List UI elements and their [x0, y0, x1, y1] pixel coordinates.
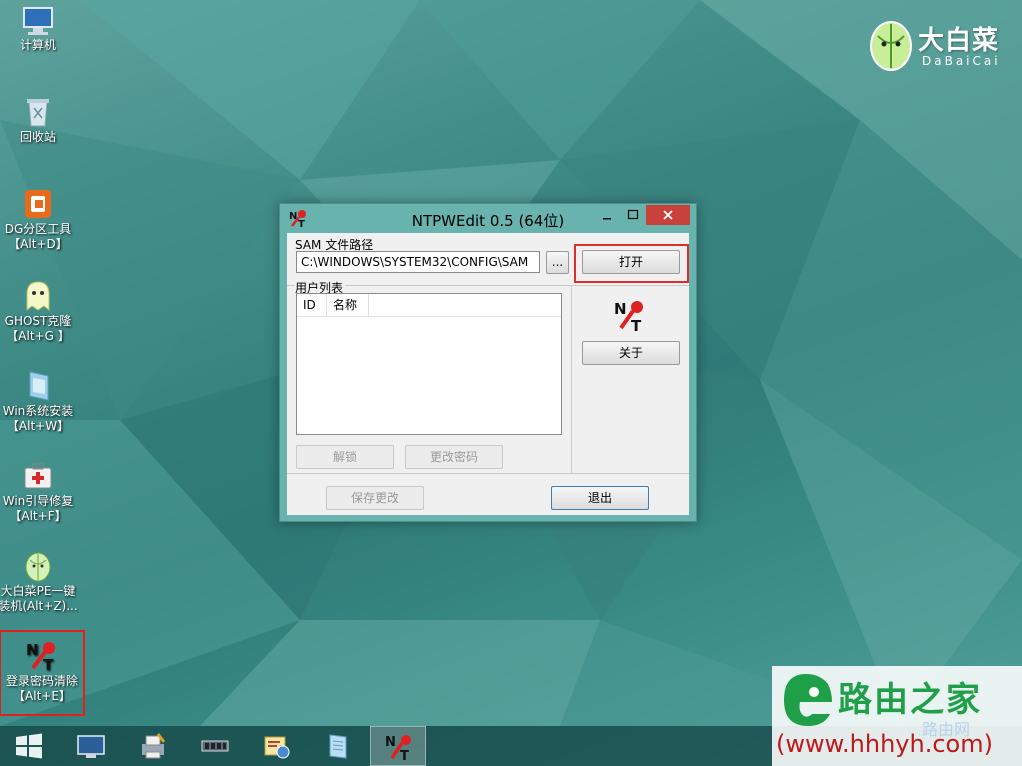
taskbar-ntpwedit[interactable]: NT [370, 726, 426, 766]
user-list[interactable]: ID 名称 [296, 293, 562, 435]
desktop-icon-label: Win引导修复 【Alt+F】 [2, 494, 74, 523]
column-header-name[interactable]: 名称 [327, 294, 369, 316]
watermark-url: (www.hhhyh.com) [776, 730, 993, 758]
taskbar-printer[interactable] [124, 726, 180, 766]
desktop: 计算机 回收站 DG分区工具 【Alt+D】 GHOST克隆 【Alt+G 】 … [0, 0, 1022, 766]
windows-logo-icon [16, 733, 42, 759]
close-icon [663, 210, 673, 220]
window-titlebar[interactable]: NT NTPWEdit 0.5 (64位) [280, 204, 696, 232]
ntpwedit-logo-icon: NT [614, 300, 643, 333]
desktop-icon-computer[interactable]: 计算机 [0, 6, 78, 53]
desktop-icon-label: 回收站 [19, 130, 56, 144]
window-client-area: SAM 文件路径 C:\WINDOWS\SYSTEM32\CONFIG\SAM … [287, 233, 689, 515]
ntpwedit-icon: NT [385, 735, 411, 761]
browse-button[interactable]: ... [546, 251, 569, 274]
divider [287, 473, 689, 474]
desktop-icon-label: DG分区工具 【Alt+D】 [4, 222, 72, 251]
monitor-icon [77, 735, 105, 758]
printer-icon [142, 733, 166, 759]
ghost-icon [26, 281, 50, 312]
maximize-button[interactable] [620, 205, 646, 225]
memory-chip-icon [201, 740, 229, 752]
first-aid-kit-icon [24, 463, 52, 489]
recycle-bin-icon [27, 99, 49, 127]
save-changes-button[interactable]: 保存更改 [326, 486, 424, 510]
svg-text:T: T [43, 656, 54, 672]
minimize-icon [603, 218, 611, 220]
column-header-id[interactable]: ID [297, 294, 327, 316]
desktop-icon-password-clear[interactable]: NT 登录密码清除 【Alt+E】 [0, 630, 85, 716]
desktop-icon-label: 登录密码清除 【Alt+E】 [5, 674, 78, 703]
tools-icon [264, 736, 290, 759]
svg-text:N: N [385, 735, 396, 750]
dg-partition-icon [25, 190, 51, 218]
svg-text:T: T [631, 317, 642, 333]
unlock-button[interactable]: 解锁 [296, 445, 394, 469]
watermark-brand: 路由之家 [838, 680, 982, 720]
desktop-icon-ghost[interactable]: GHOST克隆 【Alt+G 】 [0, 280, 78, 344]
dabaicai-logo: 大白菜 DaBaiCai [866, 14, 1016, 78]
divider [571, 285, 572, 473]
user-list-header: ID 名称 [297, 294, 561, 317]
ntpwedit-window: NT NTPWEdit 0.5 (64位) SAM 文件路径 C:\WINDOW… [279, 203, 697, 522]
exit-button[interactable]: 退出 [551, 486, 649, 510]
cabbage-mascot-icon [870, 21, 912, 71]
maximize-icon [627, 209, 639, 220]
about-button[interactable]: 关于 [582, 341, 680, 365]
desktop-icon-label: 大白菜PE一键 装机(Alt+Z)... [0, 584, 78, 613]
desktop-icon-dabaicai-install[interactable]: 大白菜PE一键 装机(Alt+Z)... [0, 550, 78, 614]
sam-path-input[interactable]: C:\WINDOWS\SYSTEM32\CONFIG\SAM [296, 251, 540, 273]
desktop-icon-win-install[interactable]: Win系统安装 【Alt+W】 [0, 370, 78, 434]
taskbar-notepad[interactable] [310, 726, 366, 766]
svg-text:T: T [400, 749, 409, 761]
ntpwedit-icon: NT [26, 641, 55, 672]
change-password-button[interactable]: 更改密码 [405, 445, 503, 469]
install-disc-icon [29, 371, 49, 401]
divider [287, 285, 689, 286]
start-button[interactable] [0, 726, 56, 766]
svg-text:N: N [614, 300, 627, 318]
minimize-button[interactable] [594, 205, 620, 225]
computer-icon [23, 7, 53, 35]
dabaicai-logo-name: 大白菜 [918, 26, 1000, 56]
desktop-icon-label: GHOST克隆 【Alt+G 】 [4, 314, 72, 343]
desktop-icon-label: Win系统安装 【Alt+W】 [2, 404, 74, 433]
dabaicai-logo-sub: DaBaiCai [922, 54, 1001, 68]
notepad-icon [329, 734, 347, 759]
desktop-icon-dg-partition[interactable]: DG分区工具 【Alt+D】 [0, 188, 78, 252]
cabbage-icon [25, 552, 51, 582]
router-home-logo-icon [784, 674, 832, 726]
svg-text:N: N [26, 641, 39, 659]
taskbar-desktop[interactable] [62, 726, 118, 766]
close-button[interactable] [646, 205, 690, 225]
watermark: 路由之家 路由网 (www.hhhyh.com) [772, 666, 1022, 766]
open-button[interactable]: 打开 [582, 250, 680, 274]
taskbar-memory[interactable] [186, 726, 242, 766]
desktop-icon-boot-repair[interactable]: Win引导修复 【Alt+F】 [0, 460, 78, 524]
taskbar-tools[interactable] [248, 726, 304, 766]
desktop-icon-label: 计算机 [19, 38, 56, 52]
desktop-icon-recycle-bin[interactable]: 回收站 [0, 96, 78, 145]
